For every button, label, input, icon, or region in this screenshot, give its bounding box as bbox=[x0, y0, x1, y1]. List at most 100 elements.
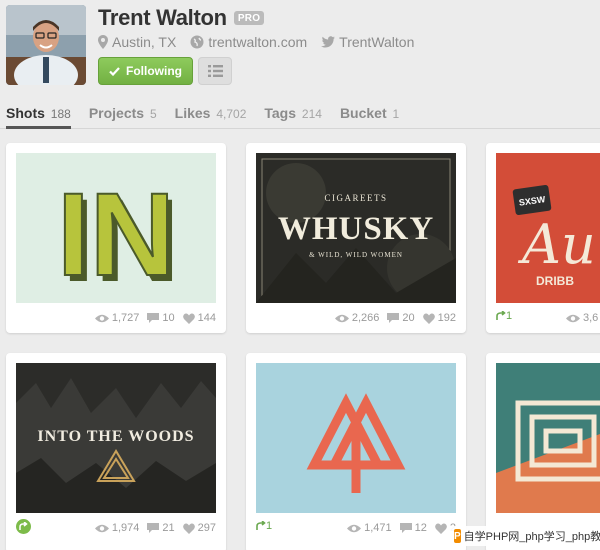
shot-art-bottom: & WILD, WILD WOMEN bbox=[309, 251, 403, 259]
views-stat: 1,471 bbox=[347, 522, 392, 534]
comment-icon bbox=[147, 523, 160, 533]
shot-thumbnail[interactable] bbox=[256, 363, 456, 513]
following-button[interactable]: Following bbox=[98, 57, 193, 85]
views-stat: 1,974 bbox=[94, 522, 140, 534]
website-link[interactable]: trentwalton.com bbox=[208, 34, 307, 50]
profile-name-row: Trent Walton PRO bbox=[98, 5, 265, 31]
shot-stats: 1,727 10 144 bbox=[6, 310, 216, 326]
shot-card[interactable]: 1 1,471 12 2 bbox=[246, 353, 466, 550]
likes-stat[interactable]: 297 bbox=[182, 522, 216, 534]
views-count: 3,6 bbox=[583, 312, 599, 324]
shot-thumbnail[interactable]: SXSW Au DRIBB bbox=[496, 153, 600, 303]
comment-icon bbox=[399, 523, 412, 533]
comments-stat[interactable]: 20 bbox=[387, 312, 415, 324]
shot-stats: 2,266 20 192 bbox=[246, 310, 456, 326]
shot-art-main: Au bbox=[517, 213, 596, 276]
shot-stats: 3,6 bbox=[486, 310, 600, 326]
tab-label: Bucket bbox=[339, 105, 387, 121]
profile-tabs: Shots 188 Projects 5 Likes 4,702 Tags 21… bbox=[0, 100, 600, 129]
shot-art-text: IN bbox=[57, 169, 175, 301]
eye-icon bbox=[94, 314, 109, 322]
likes-stat[interactable]: 192 bbox=[422, 312, 456, 324]
location-text: Austin, TX bbox=[112, 34, 177, 50]
twitter-handle[interactable]: TrentWalton bbox=[339, 34, 414, 50]
shot-art-text: INTO THE WOODS bbox=[37, 428, 194, 445]
twitter-item[interactable]: TrentWalton bbox=[321, 34, 414, 50]
comments-count: 10 bbox=[162, 312, 175, 324]
tab-label: Projects bbox=[88, 105, 145, 121]
likes-stat[interactable]: 144 bbox=[182, 312, 216, 324]
tab-count: 1 bbox=[392, 107, 400, 121]
eye-icon bbox=[94, 524, 109, 532]
shot-stats: 1,974 21 297 bbox=[6, 520, 216, 536]
tab-bucket[interactable]: Bucket 1 bbox=[340, 100, 399, 129]
tab-likes[interactable]: Likes 4,702 bbox=[175, 100, 247, 129]
eye-icon bbox=[347, 524, 362, 532]
tab-count: 5 bbox=[149, 107, 157, 121]
add-to-list-button[interactable] bbox=[198, 57, 232, 85]
shot-card[interactable]: SXSW Au DRIBB 1 3,6 bbox=[486, 143, 600, 333]
heart-icon bbox=[182, 523, 195, 534]
shot-thumbnail[interactable]: CIGAREETS WHUSKY & WILD, WILD WOMEN bbox=[256, 153, 456, 303]
eye-icon bbox=[334, 314, 349, 322]
comment-icon bbox=[387, 313, 400, 323]
location-pin-icon bbox=[98, 35, 108, 49]
shot-thumbnail[interactable]: IN IN bbox=[16, 153, 216, 303]
twitter-bird-icon bbox=[321, 36, 336, 48]
pro-badge: PRO bbox=[233, 11, 265, 25]
views-count: 2,266 bbox=[351, 312, 380, 324]
list-icon bbox=[207, 65, 223, 77]
tab-label: Likes bbox=[174, 105, 211, 121]
tab-count: 214 bbox=[301, 107, 322, 121]
watermark-logo: P bbox=[454, 529, 461, 543]
views-count: 1,727 bbox=[111, 312, 140, 324]
eye-icon bbox=[566, 314, 580, 322]
tab-projects[interactable]: Projects 5 bbox=[89, 100, 157, 129]
website-item[interactable]: trentwalton.com bbox=[190, 34, 307, 50]
views-stat: 1,727 bbox=[94, 312, 140, 324]
shot-card[interactable]: IN IN 1,727 10 144 bbox=[6, 143, 226, 333]
tab-count: 4,702 bbox=[216, 107, 247, 121]
location-item: Austin, TX bbox=[98, 34, 176, 50]
comments-stat[interactable]: 21 bbox=[147, 522, 175, 534]
checkmark-icon bbox=[109, 66, 120, 76]
comments-count: 12 bbox=[414, 522, 427, 534]
views-stat: 2,266 bbox=[334, 312, 380, 324]
watermark-text: 自学PHP网_php学习_php教 bbox=[463, 531, 600, 543]
comments-stat[interactable]: 12 bbox=[399, 522, 427, 534]
comments-stat[interactable]: 10 bbox=[147, 312, 175, 324]
likes-count: 144 bbox=[197, 312, 216, 324]
tab-shots[interactable]: Shots 188 bbox=[6, 100, 71, 129]
likes-count: 297 bbox=[197, 522, 216, 534]
tab-label: Shots bbox=[6, 105, 45, 121]
shot-thumbnail[interactable] bbox=[496, 363, 600, 513]
comments-count: 20 bbox=[402, 312, 415, 324]
tab-label: Tags bbox=[264, 105, 297, 121]
views-count: 1,974 bbox=[111, 522, 140, 534]
globe-icon bbox=[190, 35, 204, 49]
tab-tags[interactable]: Tags 214 bbox=[264, 100, 322, 129]
shot-thumbnail[interactable]: INTO THE WOODS bbox=[16, 363, 216, 513]
shot-stats: 1,471 12 2 bbox=[246, 520, 456, 536]
profile-meta: Austin, TX trentwalton.com TrentWalton bbox=[98, 34, 428, 50]
heart-icon bbox=[422, 313, 435, 324]
shot-card[interactable]: INTO THE WOODS 1,974 21 297 bbox=[6, 353, 226, 550]
shot-card[interactable] bbox=[486, 353, 600, 550]
following-label: Following bbox=[126, 64, 182, 78]
shot-art-sub: DRIBB bbox=[536, 274, 574, 288]
avatar-photo bbox=[6, 5, 86, 85]
heart-icon bbox=[434, 523, 447, 534]
profile-name[interactable]: Trent Walton bbox=[98, 5, 227, 31]
views-count: 1,471 bbox=[364, 522, 392, 534]
shot-card[interactable]: CIGAREETS WHUSKY & WILD, WILD WOMEN 2,26… bbox=[246, 143, 466, 333]
tab-count: 188 bbox=[50, 107, 71, 121]
likes-count: 192 bbox=[437, 312, 456, 324]
shot-art-top: CIGAREETS bbox=[325, 193, 388, 203]
heart-icon bbox=[182, 313, 195, 324]
profile-avatar[interactable] bbox=[6, 5, 86, 85]
site-watermark: P 自学PHP网_php学习_php教 bbox=[450, 526, 600, 546]
comments-count: 21 bbox=[162, 522, 175, 534]
comment-icon bbox=[147, 313, 160, 323]
views-stat: 3,6 bbox=[566, 312, 598, 324]
shot-art-main: WHUSKY bbox=[278, 211, 434, 247]
